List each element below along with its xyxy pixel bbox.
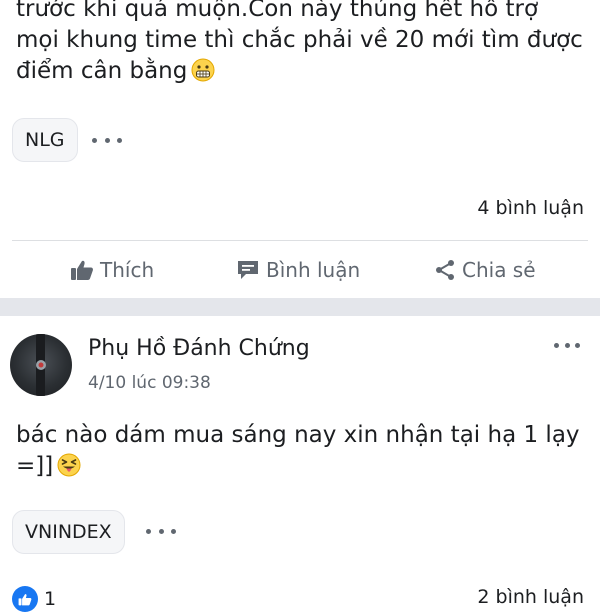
post-actions: Thích Bình luận Chia sẻ	[0, 242, 600, 298]
reaction-summary[interactable]: 1	[12, 586, 56, 612]
comment-count[interactable]: 4 bình luận	[477, 197, 584, 219]
like-count-value: 1	[44, 588, 57, 610]
post-more-options-icon[interactable]	[554, 338, 580, 352]
share-icon	[436, 260, 454, 280]
like-label: Thích	[100, 258, 155, 282]
comment-label: Bình luận	[266, 258, 361, 282]
author-name[interactable]: Phụ Hồ Đánh Chứng	[88, 336, 310, 361]
like-reaction-icon	[12, 586, 38, 612]
post-text: bác nào dám mua sáng nay xin nhận tại hạ…	[16, 420, 586, 482]
tag-label: VNINDEX	[25, 521, 112, 543]
share-button[interactable]: Chia sẻ	[434, 242, 536, 298]
like-button[interactable]: Thích	[70, 242, 154, 298]
comment-count[interactable]: 2 bình luận	[477, 586, 584, 608]
post-text: trước khi quá muộn.Con này thủng hết hỗ …	[16, 0, 586, 87]
divider	[12, 240, 588, 241]
avatar-image	[36, 334, 46, 396]
avatar[interactable]	[10, 334, 72, 396]
comment-icon	[238, 261, 258, 279]
comment-button[interactable]: Bình luận	[236, 242, 360, 298]
squinting-face-with-tongue-icon	[57, 453, 81, 477]
post-timestamp[interactable]: 4/10 lúc 09:38	[88, 373, 211, 393]
tag-label: NLG	[25, 129, 65, 151]
tag-chip-nlg[interactable]: NLG	[12, 118, 78, 162]
post-text-content: bác nào dám mua sáng nay xin nhận tại hạ…	[16, 422, 580, 479]
share-label: Chia sẻ	[462, 258, 536, 282]
more-options-icon[interactable]	[92, 130, 122, 150]
post-text-content: trước khi quá muộn.Con này thủng hết hỗ …	[16, 0, 583, 84]
more-options-icon[interactable]	[146, 521, 176, 541]
post-separator	[0, 298, 600, 316]
grimacing-face-icon	[191, 58, 215, 82]
tag-chip-vnindex[interactable]: VNINDEX	[12, 510, 125, 554]
thumbs-up-icon	[71, 260, 93, 280]
